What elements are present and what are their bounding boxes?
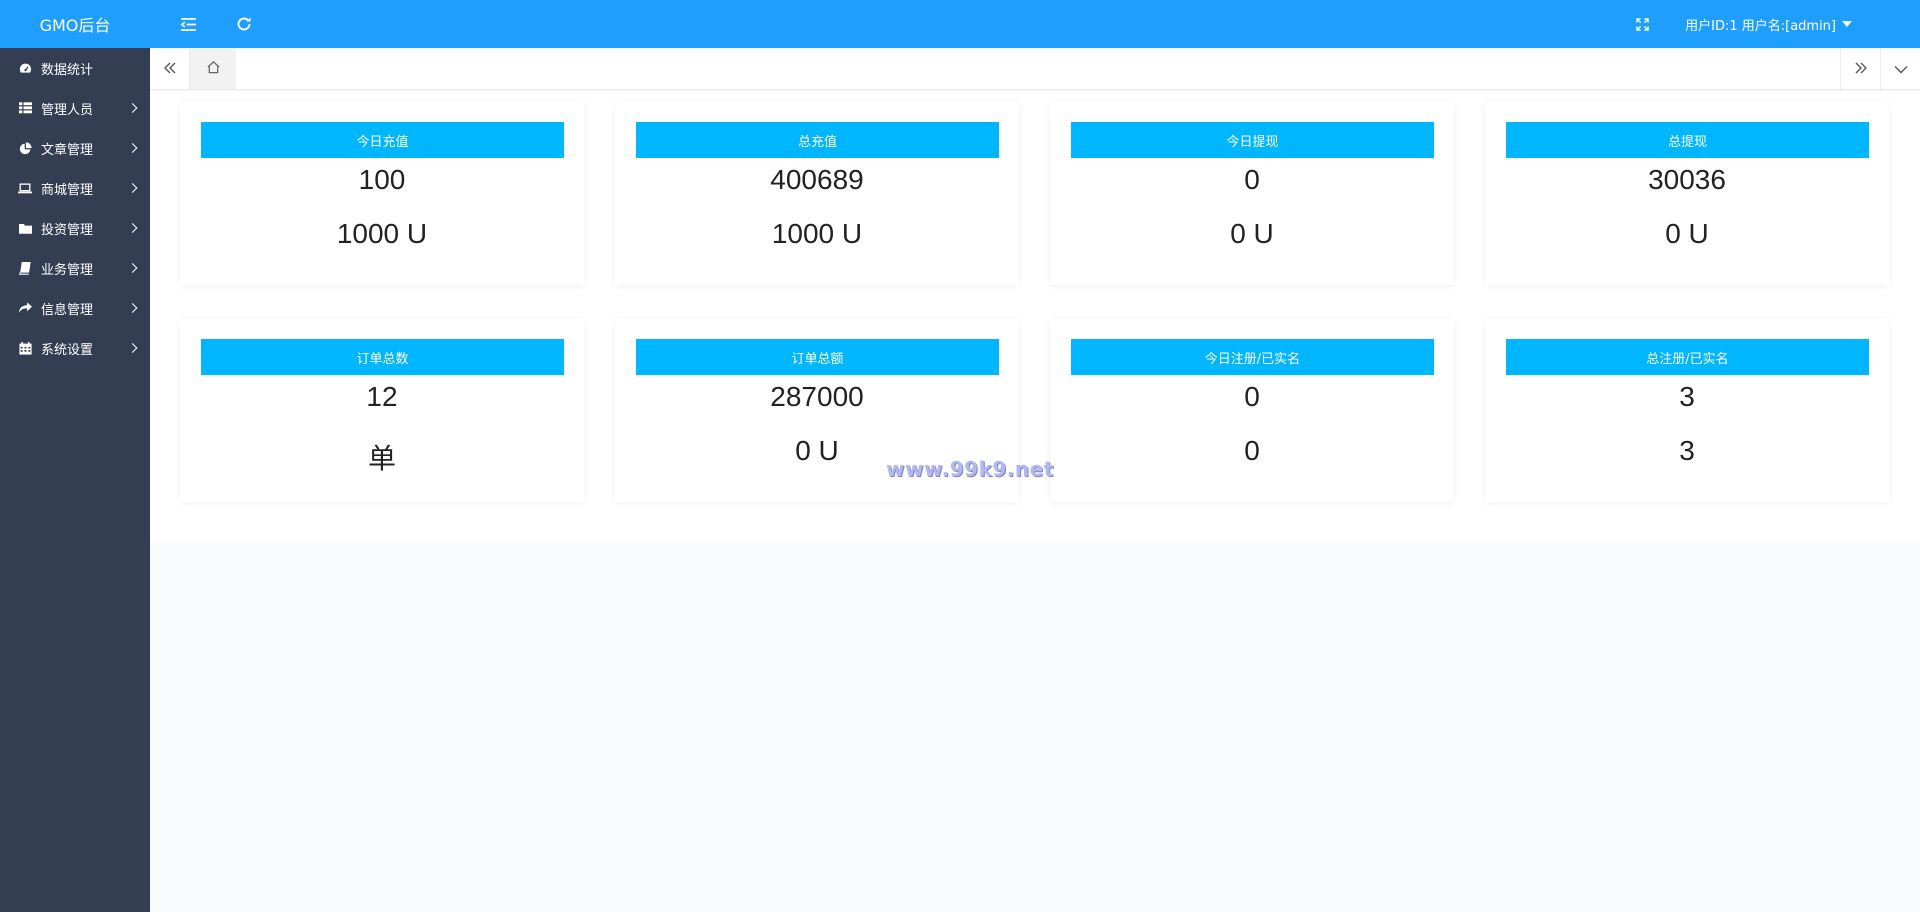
double-chevron-left-icon (163, 59, 177, 78)
chevron-right-icon (127, 103, 138, 113)
chevron-right-icon (127, 263, 138, 273)
stat-card-value: 0 (1244, 164, 1260, 195)
chevron-right-icon (127, 303, 138, 313)
sidebar-item-data-stats[interactable]: 数据统计 (0, 48, 150, 88)
stat-card-subvalue: 单 (367, 443, 396, 474)
tabs-scroll-left-button[interactable] (150, 48, 190, 89)
stat-card-subvalue: 3 (1679, 435, 1695, 466)
folder-icon (18, 221, 32, 235)
pie-chart-icon (18, 141, 32, 155)
stat-card-today-register: 今日注册/已实名 0 0 (1050, 319, 1454, 502)
stat-card-total-withdraw: 总提现 30036 0 U (1485, 102, 1889, 285)
sidebar-item-label: 系统设置 (41, 342, 94, 358)
stat-card-title: 今日提现 (1071, 122, 1434, 158)
user-info-label: 用户ID:1 用户名:[admin] (1685, 18, 1836, 34)
refresh-icon[interactable] (226, 0, 262, 48)
sidebar-item-articles[interactable]: 文章管理 (0, 128, 150, 168)
chevron-right-icon (127, 143, 138, 153)
calendar-icon (18, 341, 32, 355)
sidebar-item-label: 文章管理 (41, 142, 94, 158)
sidebar-item-label: 管理人员 (41, 102, 94, 118)
sidebar-item-investment[interactable]: 投资管理 (0, 208, 150, 248)
sidebar: GMO后台 数据统计 管理人员 文章管理 商城管理 投资管理 业务管理 信息管理… (0, 0, 150, 912)
sidebar-item-label: 信息管理 (41, 302, 94, 318)
sidebar-item-business[interactable]: 业务管理 (0, 248, 150, 288)
double-chevron-right-icon (1854, 59, 1868, 78)
share-icon (18, 301, 32, 315)
stat-card-subvalue: 1000 U (336, 218, 428, 249)
stat-card-value: 100 (358, 164, 406, 195)
tab-bar (150, 48, 1920, 90)
sidebar-item-label: 数据统计 (41, 62, 94, 78)
stat-card-title: 总提现 (1506, 122, 1869, 158)
stat-card-title: 今日充值 (201, 122, 564, 158)
stat-card-today-withdraw: 今日提现 0 0 U (1050, 102, 1454, 285)
sidebar-item-label: 业务管理 (41, 262, 94, 278)
stat-card-value: 30036 (1648, 164, 1726, 195)
stat-card-value: 287000 (770, 381, 864, 412)
user-menu[interactable]: 用户ID:1 用户名:[admin] (1685, 0, 1852, 48)
stat-card-value: 400689 (770, 164, 864, 195)
chevron-down-icon (1894, 59, 1908, 78)
stat-card-value: 12 (366, 381, 398, 412)
stat-card-subvalue: 0 U (1230, 218, 1274, 249)
stat-card-value: 0 (1244, 381, 1260, 412)
stat-card-title: 今日注册/已实名 (1071, 339, 1434, 375)
sidebar-item-shop[interactable]: 商城管理 (0, 168, 150, 208)
stat-card-total-recharge: 总充值 400689 1000 U (615, 102, 1019, 285)
chevron-right-icon (127, 183, 138, 193)
sidebar-item-info[interactable]: 信息管理 (0, 288, 150, 328)
watermark: www.99k9.net (886, 457, 1054, 481)
stat-card-subvalue: 0 U (1665, 218, 1709, 249)
home-icon (206, 59, 221, 78)
stat-card-subvalue: 1000 U (771, 218, 863, 249)
stat-card-value: 3 (1679, 381, 1695, 412)
chevron-right-icon (127, 343, 138, 353)
stat-card-title: 订单总数 (201, 339, 564, 375)
tabs-scroll-right-button[interactable] (1840, 48, 1880, 89)
stat-card-title: 订单总额 (636, 339, 999, 375)
app-logo[interactable]: GMO后台 (0, 0, 150, 48)
stat-card-order-count: 订单总数 12 单 (180, 319, 584, 502)
top-header: 用户ID:1 用户名:[admin] (150, 0, 1920, 48)
dashboard-icon (18, 61, 32, 75)
stat-card-today-recharge: 今日充值 100 1000 U (180, 102, 584, 285)
book-icon (18, 261, 32, 275)
grid-icon (18, 101, 32, 115)
stat-card-total-register: 总注册/已实名 3 3 (1485, 319, 1889, 502)
stat-card-subvalue: 0 (1244, 435, 1260, 466)
sidebar-item-label: 投资管理 (41, 222, 94, 238)
caret-down-icon (1842, 21, 1852, 27)
laptop-icon (18, 181, 32, 195)
sidebar-item-admins[interactable]: 管理人员 (0, 88, 150, 128)
chevron-right-icon (127, 223, 138, 233)
tab-home[interactable] (190, 48, 236, 89)
fullscreen-icon[interactable] (1624, 0, 1660, 48)
tabs-dropdown-button[interactable] (1880, 48, 1920, 89)
sidebar-menu: 数据统计 管理人员 文章管理 商城管理 投资管理 业务管理 信息管理 系统设置 (0, 48, 150, 368)
menu-toggle-icon[interactable] (170, 0, 206, 48)
sidebar-item-label: 商城管理 (41, 182, 94, 198)
stat-card-title: 总注册/已实名 (1506, 339, 1869, 375)
sidebar-item-settings[interactable]: 系统设置 (0, 328, 150, 368)
stat-card-title: 总充值 (636, 122, 999, 158)
